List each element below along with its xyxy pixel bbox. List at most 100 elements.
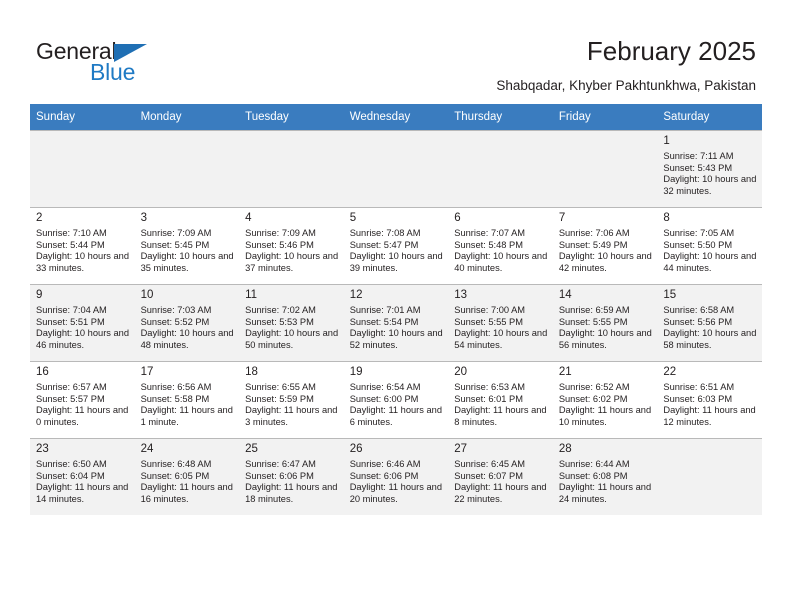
calendar-day-number: 5 [349, 212, 357, 224]
calendar-day-cell[interactable]: 25 Sunrise: 6:47 AM Sunset: 6:06 PM Dayligh… [239, 438, 344, 515]
sunset-text: Sunset: 5:58 PM [140, 393, 210, 404]
sunset-text: Sunset: 6:05 PM [140, 470, 210, 481]
calendar-day-cell-inner: 6 Sunrise: 7:07 AM Sunset: 5:48 PM Daylight… [448, 208, 553, 284]
calendar-table: Sunday Monday Tuesday Wednesday Thursday… [30, 104, 762, 515]
daylight-text: Daylight: 11 hours and 16 minutes. [140, 482, 233, 504]
calendar-day-cell[interactable]: 10 Sunrise: 7:03 AM Sunset: 5:52 PM Dayligh… [134, 284, 240, 362]
calendar-day-cell-inner: 2 Sunrise: 7:10 AM Sunset: 5:44 PM Daylight… [30, 208, 135, 284]
calendar-day-cell[interactable]: 27 Sunrise: 6:45 AM Sunset: 6:07 PM Dayligh… [448, 438, 553, 515]
calendar-day-number: 14 [558, 289, 572, 301]
sunset-text: Sunset: 5:47 PM [349, 239, 419, 250]
calendar-day-cell[interactable]: 26 Sunrise: 6:46 AM Sunset: 6:06 PM Dayligh… [343, 438, 449, 515]
calendar-day-cell-inner: 10 Sunrise: 7:03 AM Sunset: 5:52 PM Dayligh… [135, 285, 240, 361]
calendar-day-cell[interactable]: 21 Sunrise: 6:52 AM Sunset: 6:02 PM Dayligh… [552, 361, 658, 439]
calendar-day-details: Sunrise: 7:00 AM Sunset: 5:55 PM Daylight:… [454, 305, 548, 351]
calendar-day-cell-inner [30, 131, 135, 207]
calendar-day-cell-inner: 27 Sunrise: 6:45 AM Sunset: 6:07 PM Dayligh… [448, 439, 553, 515]
calendar-day-cell-inner: 24 Sunrise: 6:48 AM Sunset: 6:05 PM Dayligh… [135, 439, 240, 515]
calendar-day-cell[interactable]: 12 Sunrise: 7:01 AM Sunset: 5:54 PM Dayligh… [343, 284, 449, 362]
page-title: February 2025 [586, 36, 756, 66]
sunset-text: Sunset: 5:50 PM [663, 239, 733, 250]
sunset-text: Sunset: 6:06 PM [349, 470, 419, 481]
calendar-day-cell[interactable]: 28 Sunrise: 6:44 AM Sunset: 6:08 PM Dayligh… [552, 438, 658, 515]
calendar-day-number: 25 [245, 443, 258, 455]
weekday-header-sunday: Sunday [30, 104, 135, 131]
sunrise-text: Sunrise: 6:53 AM [454, 382, 526, 392]
calendar-day-details: Sunrise: 7:03 AM Sunset: 5:52 PM Daylight:… [141, 305, 235, 351]
calendar-day-number: 21 [558, 366, 572, 378]
calendar-day-cell[interactable]: 1 Sunrise: 7:11 AM Sunset: 5:43 PM Daylight… [657, 130, 762, 208]
calendar-week-row: 16 Sunrise: 6:57 AM Sunset: 5:57 PM Dayligh… [30, 361, 762, 439]
calendar-day-number: 9 [36, 289, 43, 301]
sunset-text: Sunset: 5:43 PM [663, 162, 733, 173]
calendar-day-cell-inner: 7 Sunrise: 7:06 AM Sunset: 5:49 PM Daylight… [553, 208, 658, 284]
calendar-day-number: 1 [663, 135, 670, 147]
daylight-text: Daylight: 11 hours and 14 minutes. [36, 482, 129, 504]
calendar-day-cell-inner [239, 131, 344, 207]
daylight-text: Daylight: 10 hours and 46 minutes. [36, 328, 130, 350]
sunset-text: Sunset: 5:56 PM [663, 316, 733, 327]
calendar-day-cell[interactable]: 2 Sunrise: 7:10 AM Sunset: 5:44 PM Daylight… [30, 207, 135, 285]
calendar-day-cell-inner: 5 Sunrise: 7:08 AM Sunset: 5:47 PM Daylight… [344, 208, 449, 284]
sunset-text: Sunset: 6:08 PM [558, 470, 628, 481]
calendar-day-details: Sunrise: 6:46 AM Sunset: 6:06 PM Daylight:… [350, 459, 444, 505]
daylight-text: Daylight: 11 hours and 8 minutes. [454, 405, 547, 427]
calendar-day-details: Sunrise: 7:02 AM Sunset: 5:53 PM Daylight:… [245, 305, 339, 351]
calendar-day-cell[interactable]: 13 Sunrise: 7:00 AM Sunset: 5:55 PM Dayligh… [448, 284, 553, 362]
calendar-day-cell[interactable]: 17 Sunrise: 6:56 AM Sunset: 5:58 PM Dayligh… [134, 361, 240, 439]
calendar-day-details: Sunrise: 6:55 AM Sunset: 5:59 PM Daylight:… [245, 382, 339, 428]
calendar-day-cell[interactable]: 8 Sunrise: 7:05 AM Sunset: 5:50 PM Daylight… [657, 207, 762, 285]
sunrise-text: Sunrise: 6:59 AM [558, 305, 630, 315]
sunrise-text: Sunrise: 6:46 AM [349, 459, 421, 469]
sunset-text: Sunset: 5:48 PM [454, 239, 523, 250]
calendar-day-cell-inner: 20 Sunrise: 6:53 AM Sunset: 6:01 PM Dayligh… [448, 362, 553, 438]
generalblue-logo[interactable]: General Blue [36, 38, 166, 86]
calendar-day-details: Sunrise: 6:50 AM Sunset: 6:04 PM Daylight:… [36, 459, 130, 505]
calendar-day-cell[interactable]: 6 Sunrise: 7:07 AM Sunset: 5:48 PM Daylight… [448, 207, 553, 285]
calendar-day-cell[interactable]: 18 Sunrise: 6:55 AM Sunset: 5:59 PM Dayligh… [239, 361, 344, 439]
sunrise-text: Sunrise: 6:52 AM [558, 382, 630, 392]
calendar-day-number: 27 [454, 443, 468, 455]
calendar-day-cell[interactable]: 11 Sunrise: 7:02 AM Sunset: 5:53 PM Dayligh… [239, 284, 344, 362]
calendar-day-cell-inner [553, 131, 658, 207]
sunset-text: Sunset: 5:59 PM [245, 393, 314, 404]
sunset-text: Sunset: 6:04 PM [36, 470, 105, 481]
daylight-text: Daylight: 10 hours and 52 minutes. [349, 328, 443, 350]
calendar-day-cell-inner: 21 Sunrise: 6:52 AM Sunset: 6:02 PM Dayligh… [553, 362, 658, 438]
calendar-day-cell-inner: 4 Sunrise: 7:09 AM Sunset: 5:46 PM Daylight… [239, 208, 344, 284]
calendar-day-cell[interactable]: 16 Sunrise: 6:57 AM Sunset: 5:57 PM Dayligh… [30, 361, 135, 439]
sunrise-text: Sunrise: 6:58 AM [663, 305, 735, 315]
calendar-day-cell[interactable]: 14 Sunrise: 6:59 AM Sunset: 5:55 PM Dayligh… [552, 284, 658, 362]
calendar-day-cell-inner [448, 131, 553, 207]
calendar-day-cell-inner [344, 131, 449, 207]
calendar-day-cell[interactable]: 5 Sunrise: 7:08 AM Sunset: 5:47 PM Daylight… [343, 207, 449, 285]
calendar-day-cell[interactable]: 7 Sunrise: 7:06 AM Sunset: 5:49 PM Daylight… [552, 207, 658, 285]
daylight-text: Daylight: 11 hours and 22 minutes. [454, 482, 547, 504]
daylight-text: Daylight: 10 hours and 39 minutes. [349, 251, 443, 273]
calendar-day-cell[interactable]: 9 Sunrise: 7:04 AM Sunset: 5:51 PM Daylight… [30, 284, 135, 362]
daylight-text: Daylight: 10 hours and 35 minutes. [140, 251, 234, 273]
calendar-day-cell[interactable]: 24 Sunrise: 6:48 AM Sunset: 6:05 PM Dayligh… [134, 438, 240, 515]
sunrise-text: Sunrise: 6:45 AM [454, 459, 526, 469]
daylight-text: Daylight: 11 hours and 12 minutes. [663, 405, 756, 427]
calendar-day-number: 17 [140, 366, 154, 378]
calendar-day-cell[interactable]: 3 Sunrise: 7:09 AM Sunset: 5:45 PM Daylight… [134, 207, 240, 285]
calendar-day-details: Sunrise: 6:51 AM Sunset: 6:03 PM Daylight:… [663, 382, 757, 428]
weekday-header-monday: Monday [134, 104, 240, 131]
calendar-day-details: Sunrise: 6:59 AM Sunset: 5:55 PM Daylight:… [559, 305, 653, 351]
page-header: General Blue February 2025 Shabqadar, Kh… [0, 0, 792, 104]
sunrise-text: Sunrise: 6:47 AM [245, 459, 316, 469]
calendar-day-details: Sunrise: 7:01 AM Sunset: 5:54 PM Daylight:… [350, 305, 444, 351]
calendar-day-cell[interactable]: 23 Sunrise: 6:50 AM Sunset: 6:04 PM Dayligh… [30, 438, 135, 515]
calendar-day-cell[interactable]: 19 Sunrise: 6:54 AM Sunset: 6:00 PM Dayligh… [343, 361, 449, 439]
calendar-day-cell[interactable]: 4 Sunrise: 7:09 AM Sunset: 5:46 PM Daylight… [239, 207, 344, 285]
calendar-day-cell[interactable]: 20 Sunrise: 6:53 AM Sunset: 6:01 PM Dayligh… [448, 361, 553, 439]
weekday-header-wednesday: Wednesday [343, 104, 449, 131]
sunset-text: Sunset: 5:45 PM [140, 239, 210, 250]
calendar-day-cell-inner: 14 Sunrise: 6:59 AM Sunset: 5:55 PM Dayligh… [553, 285, 658, 361]
sunrise-text: Sunrise: 6:56 AM [140, 382, 212, 392]
calendar-day-number: 16 [36, 366, 49, 378]
calendar-day-cell[interactable]: 15 Sunrise: 6:58 AM Sunset: 5:56 PM Dayligh… [657, 284, 762, 362]
calendar-day-cell[interactable]: 22 Sunrise: 6:51 AM Sunset: 6:03 PM Dayligh… [657, 361, 762, 439]
sunset-text: Sunset: 6:07 PM [454, 470, 523, 481]
